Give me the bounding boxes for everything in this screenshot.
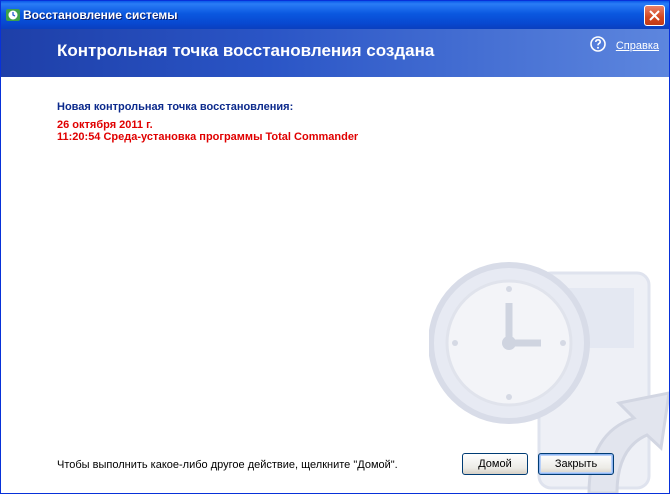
- page-header: Контрольная точка восстановления создана…: [1, 29, 669, 77]
- window-title: Восстановление системы: [23, 8, 178, 22]
- restore-point-entry: 11:20:54 Среда-установка программы Total…: [57, 131, 359, 143]
- system-restore-icon: [6, 9, 20, 21]
- help-link[interactable]: Справка: [616, 40, 659, 52]
- close-button[interactable]: [644, 5, 665, 26]
- page-title: Контрольная точка восстановления создана: [57, 41, 435, 60]
- close-dialog-button[interactable]: Закрыть: [538, 453, 614, 475]
- help-icon[interactable]: [590, 36, 606, 52]
- help-link-group[interactable]: Справка: [590, 36, 659, 52]
- restore-point-heading: Новая контрольная точка восстановления:: [57, 101, 294, 113]
- title-bar[interactable]: Восстановление системы: [1, 1, 669, 29]
- system-restore-window: Восстановление системы Контрольная точка…: [0, 0, 670, 494]
- home-button[interactable]: Домой: [462, 453, 528, 475]
- content-area: Новая контрольная точка восстановления: …: [1, 77, 669, 493]
- restore-point-date: 26 октября 2011 г.: [57, 119, 153, 131]
- close-icon: [649, 10, 660, 21]
- navigation-hint: Чтобы выполнить какое-либо другое действ…: [57, 459, 398, 471]
